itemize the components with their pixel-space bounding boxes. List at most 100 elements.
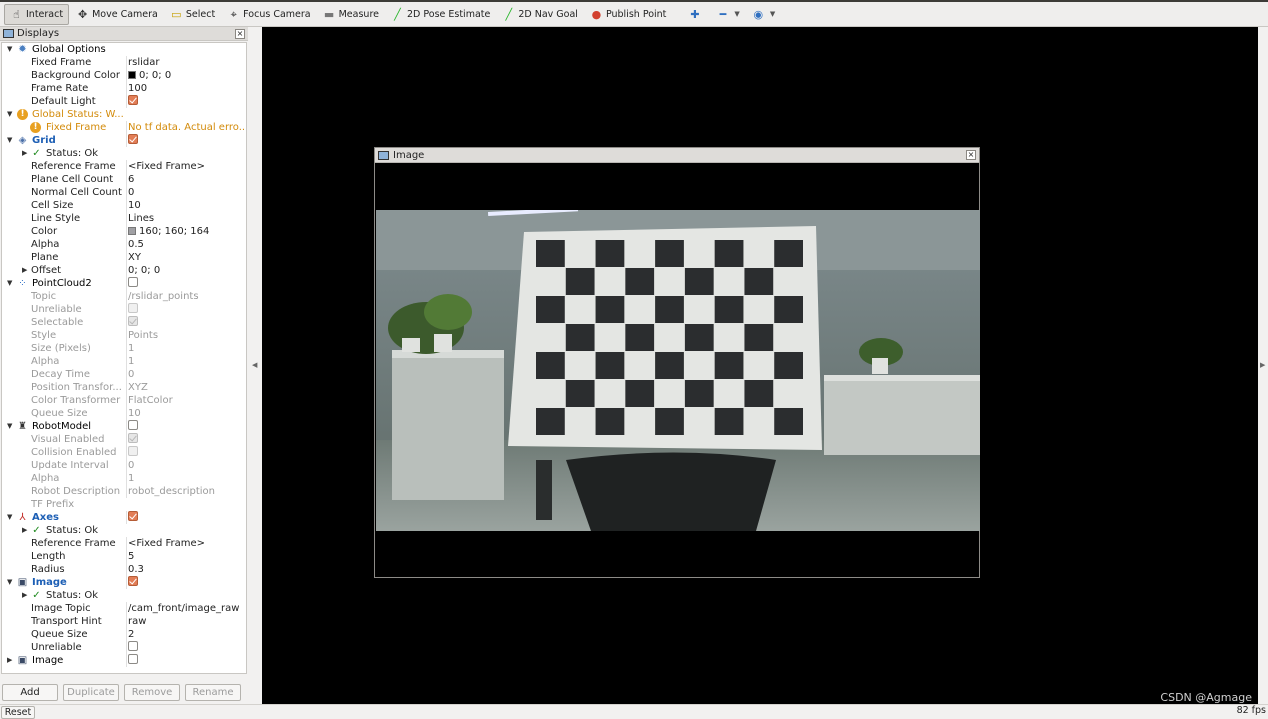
enable-checkbox[interactable] bbox=[128, 654, 138, 664]
expand-down-icon[interactable]: ▼ bbox=[7, 511, 12, 524]
expand-right-icon[interactable]: ▶ bbox=[22, 147, 27, 160]
property-row[interactable]: Selectable bbox=[2, 316, 246, 329]
property-row[interactable]: Plane Cell Count 6 bbox=[2, 173, 246, 186]
tool-measure[interactable]: ▬ Measure bbox=[318, 4, 384, 25]
tool-publish-point[interactable]: ● Publish Point bbox=[585, 4, 671, 25]
property-row[interactable]: Length 5 bbox=[2, 550, 246, 563]
row-value[interactable]: 6 bbox=[126, 173, 246, 186]
collapse-left-icon[interactable]: ◀ bbox=[252, 361, 257, 369]
expand-right-icon[interactable]: ▶ bbox=[7, 654, 12, 667]
tool-focus-camera[interactable]: ⌖ Focus Camera bbox=[222, 4, 315, 25]
property-row[interactable]: ▶ ✓ Status: Ok bbox=[2, 524, 246, 537]
row-value[interactable]: 1 bbox=[126, 355, 246, 368]
row-value[interactable]: /cam_front/image_raw bbox=[126, 602, 246, 615]
enable-checkbox[interactable] bbox=[128, 641, 138, 651]
property-row[interactable]: Color Transformer FlatColor bbox=[2, 394, 246, 407]
row-value[interactable]: 5 bbox=[126, 550, 246, 563]
enable-checkbox[interactable] bbox=[128, 576, 138, 586]
property-row[interactable]: Queue Size 2 bbox=[2, 628, 246, 641]
enable-checkbox[interactable] bbox=[128, 420, 138, 430]
display-grid[interactable]: ▼ ◈ Grid bbox=[2, 134, 246, 147]
row-value[interactable]: <Fixed Frame> bbox=[126, 160, 246, 173]
row-value[interactable]: 0 bbox=[126, 368, 246, 381]
row-value[interactable]: 2 bbox=[126, 628, 246, 641]
property-row[interactable]: Unreliable bbox=[2, 641, 246, 654]
row-value[interactable]: 100 bbox=[126, 82, 246, 95]
row-value[interactable]: XY bbox=[126, 251, 246, 264]
row-value[interactable]: 0.3 bbox=[126, 563, 246, 576]
tool-2d-nav-goal[interactable]: ╱ 2D Nav Goal bbox=[497, 4, 583, 25]
enable-checkbox[interactable] bbox=[128, 316, 138, 326]
display-image[interactable]: ▼ ▣ Image bbox=[2, 576, 246, 589]
row-value[interactable]: No tf data. Actual erro... bbox=[126, 121, 246, 134]
row-value[interactable]: 1 bbox=[126, 342, 246, 355]
property-row[interactable]: Frame Rate 100 bbox=[2, 82, 246, 95]
property-row[interactable]: Robot Description robot_description bbox=[2, 485, 246, 498]
property-row[interactable]: Radius 0.3 bbox=[2, 563, 246, 576]
property-row[interactable]: Normal Cell Count 0 bbox=[2, 186, 246, 199]
property-row[interactable]: Collision Enabled bbox=[2, 446, 246, 459]
row-value[interactable]: FlatColor bbox=[126, 394, 246, 407]
expand-right-icon[interactable]: ▶ bbox=[22, 524, 27, 537]
display-global-options[interactable]: ▼ ✹ Global Options bbox=[2, 43, 246, 56]
row-value[interactable]: /rslidar_points bbox=[126, 290, 246, 303]
expand-down-icon[interactable]: ▼ bbox=[7, 277, 12, 290]
property-row[interactable]: Reference Frame <Fixed Frame> bbox=[2, 160, 246, 173]
row-value[interactable]: 10 bbox=[126, 199, 246, 212]
property-row[interactable]: ▶ Offset 0; 0; 0 bbox=[2, 264, 246, 277]
close-icon[interactable]: × bbox=[966, 150, 976, 160]
enable-checkbox[interactable] bbox=[128, 134, 138, 144]
property-row[interactable]: Reference Frame <Fixed Frame> bbox=[2, 537, 246, 550]
remove-button[interactable]: Remove bbox=[124, 683, 180, 701]
property-row[interactable]: Alpha 1 bbox=[2, 472, 246, 485]
property-row[interactable]: Plane XY bbox=[2, 251, 246, 264]
row-value[interactable]: Points bbox=[126, 329, 246, 342]
collapse-right-icon[interactable]: ▶ bbox=[1260, 361, 1265, 369]
expand-right-icon[interactable]: ▶ bbox=[22, 589, 27, 602]
displays-tree[interactable]: ▼ ✹ Global Options Fixed Frame rslidar Backgr… bbox=[1, 42, 247, 674]
enable-checkbox[interactable] bbox=[128, 277, 138, 287]
view-button[interactable]: ◉ ▼ bbox=[747, 4, 780, 25]
row-value[interactable]: 160; 160; 164 bbox=[126, 225, 246, 238]
display-global-status-w[interactable]: ▼! Global Status: W... bbox=[2, 108, 246, 121]
tool-select[interactable]: ▭ Select bbox=[165, 4, 220, 25]
display-pointcloud2[interactable]: ▼ ⁘ PointCloud2 bbox=[2, 277, 246, 290]
reset-button[interactable]: Reset bbox=[1, 706, 35, 719]
tool-2d-pose-estimate[interactable]: ╱ 2D Pose Estimate bbox=[386, 4, 495, 25]
property-row[interactable]: Size (Pixels) 1 bbox=[2, 342, 246, 355]
enable-checkbox[interactable] bbox=[128, 95, 138, 105]
display-robotmodel[interactable]: ▼ ♜ RobotModel bbox=[2, 420, 246, 433]
close-icon[interactable]: × bbox=[235, 29, 245, 39]
expand-down-icon[interactable]: ▼ bbox=[7, 576, 12, 589]
rename-button[interactable]: Rename bbox=[185, 683, 241, 701]
image-window-titlebar[interactable]: Image × bbox=[375, 148, 979, 163]
row-value[interactable]: raw bbox=[126, 615, 246, 628]
row-value[interactable]: rslidar bbox=[126, 56, 246, 69]
row-value[interactable]: 0.5 bbox=[126, 238, 246, 251]
property-row[interactable]: Color 160; 160; 164 bbox=[2, 225, 246, 238]
property-row[interactable]: TF Prefix bbox=[2, 498, 246, 511]
property-row[interactable]: Position Transfor... XYZ bbox=[2, 381, 246, 394]
row-value[interactable]: 0 bbox=[126, 186, 246, 199]
expand-down-icon[interactable]: ▼ bbox=[7, 420, 12, 433]
property-row[interactable]: ▶ ✓ Status: Ok bbox=[2, 589, 246, 602]
property-row[interactable]: Decay Time 0 bbox=[2, 368, 246, 381]
expand-down-icon[interactable]: ▼ bbox=[7, 134, 12, 147]
row-value[interactable]: robot_description bbox=[126, 485, 246, 498]
property-row[interactable]: ▶ ✓ Status: Ok bbox=[2, 147, 246, 160]
expand-right-icon[interactable]: ▶ bbox=[22, 264, 27, 277]
add-tool-button[interactable]: ✚ bbox=[683, 4, 709, 25]
row-value[interactable]: XYZ bbox=[126, 381, 246, 394]
property-row[interactable]: Image Topic/cam_front/image_raw bbox=[2, 602, 246, 615]
property-row[interactable]: Line Style Lines bbox=[2, 212, 246, 225]
property-row[interactable]: Queue Size 10 bbox=[2, 407, 246, 420]
property-row[interactable]: Background Color 0; 0; 0 bbox=[2, 69, 246, 82]
tool-interact[interactable]: ☝ Interact bbox=[4, 3, 70, 25]
property-row[interactable]: ! Fixed Frame No tf data. Actual erro... bbox=[2, 121, 246, 134]
row-value[interactable]: 0 bbox=[126, 459, 246, 472]
property-row[interactable]: Default Light bbox=[2, 95, 246, 108]
property-row[interactable]: Topic/rslidar_points bbox=[2, 290, 246, 303]
property-row[interactable]: Update Interval 0 bbox=[2, 459, 246, 472]
property-row[interactable]: Alpha 1 bbox=[2, 355, 246, 368]
expand-down-icon[interactable]: ▼ bbox=[7, 43, 12, 56]
